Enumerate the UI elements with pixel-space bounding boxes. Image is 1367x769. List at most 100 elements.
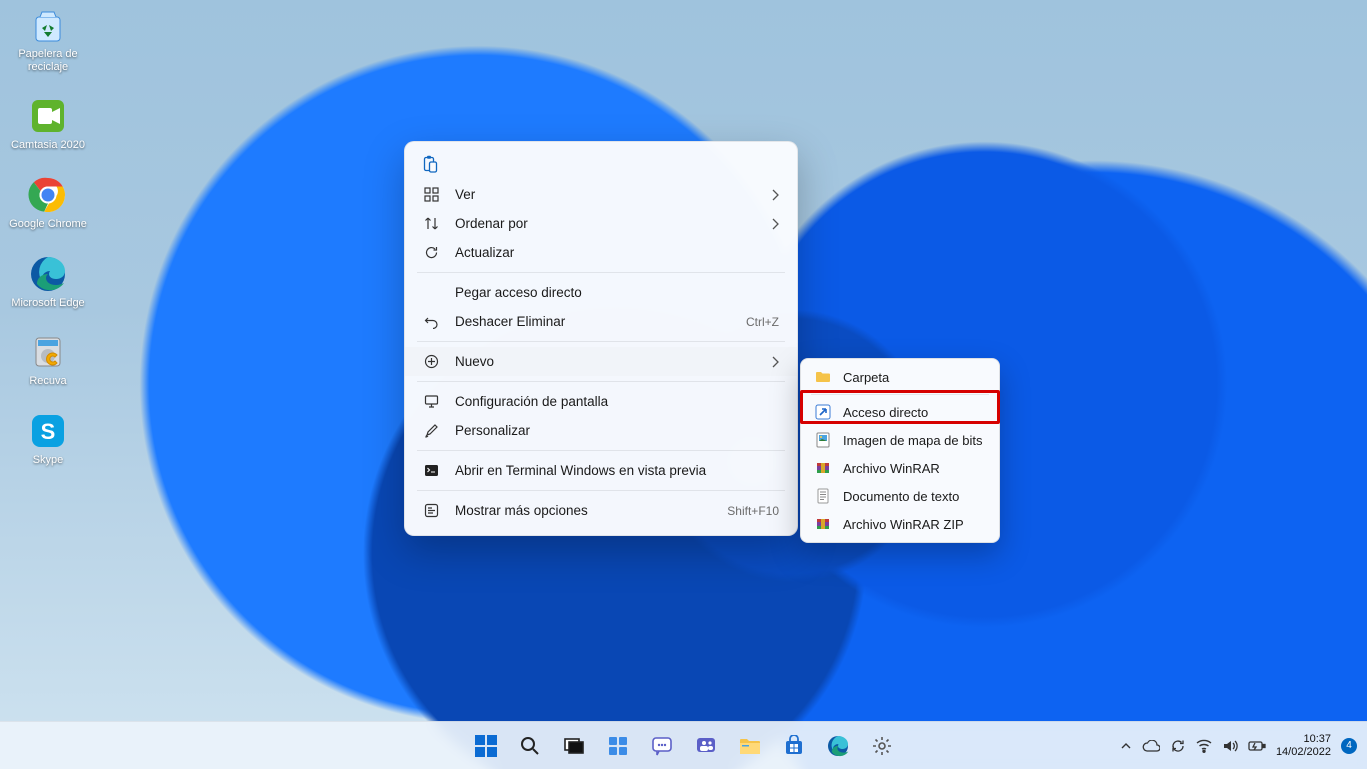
menu-item-label: Personalizar [455, 423, 779, 438]
taskbar-file-explorer-button[interactable] [730, 726, 770, 766]
submenu-item-folder[interactable]: Carpeta [801, 363, 999, 391]
desktop-icon-recycle-bin[interactable]: Papelera de reciclaje [8, 4, 88, 73]
taskbar-search-button[interactable] [510, 726, 550, 766]
taskbar-center [466, 726, 902, 766]
systray-overflow-icon[interactable] [1120, 740, 1132, 752]
systray-clock[interactable]: 10:37 14/02/2022 [1276, 733, 1331, 758]
context-menu-item-sort[interactable]: Ordenar por [405, 209, 797, 238]
desktop-icon-label: Camtasia 2020 [8, 139, 88, 152]
submenu-item-winrar[interactable]: Archivo WinRAR [801, 454, 999, 482]
menu-item-label: Pegar acceso directo [455, 285, 779, 300]
desktop-icon-label: Skype [8, 454, 88, 467]
taskbar-teams-button[interactable] [686, 726, 726, 766]
sort-icon [421, 216, 441, 231]
menu-item-label: Configuración de pantalla [455, 394, 779, 409]
svg-text:S: S [41, 419, 56, 444]
submenu-item-bitmap[interactable]: Imagen de mapa de bits [801, 426, 999, 454]
edge-icon [27, 253, 69, 295]
desktop-icon-label: Microsoft Edge [8, 297, 88, 310]
submenu-item-text-doc[interactable]: Documento de texto [801, 482, 999, 510]
chrome-icon [27, 174, 69, 216]
text-document-icon [815, 488, 831, 504]
desktop-icons-area: Papelera de reciclaje Camtasia 2020 Goog… [8, 4, 98, 488]
submenu-item-label: Imagen de mapa de bits [843, 433, 982, 448]
systray-volume-icon[interactable] [1222, 739, 1238, 753]
brush-icon [421, 423, 441, 438]
desktop-icon-recuva[interactable]: Recuva [8, 331, 88, 388]
context-menu-item-display-settings[interactable]: Configuración de pantalla [405, 387, 797, 416]
taskbar-store-button[interactable] [774, 726, 814, 766]
terminal-icon [421, 463, 441, 478]
undo-icon [421, 314, 441, 329]
desktop-icon-chrome[interactable]: Google Chrome [8, 174, 88, 231]
chevron-right-icon [771, 356, 779, 368]
taskbar-widgets-button[interactable] [598, 726, 638, 766]
new-plus-icon [421, 354, 441, 369]
systray-battery-icon[interactable] [1248, 740, 1266, 752]
taskbar-chat-button[interactable] [642, 726, 682, 766]
systray-time: 10:37 [1276, 733, 1331, 746]
context-menu-item-undo[interactable]: Deshacer Eliminar Ctrl+Z [405, 307, 797, 336]
camtasia-icon [27, 95, 69, 137]
submenu-item-label: Acceso directo [843, 405, 928, 420]
menu-separator [811, 394, 989, 395]
menu-separator [417, 490, 785, 491]
refresh-icon [421, 245, 441, 260]
menu-separator [417, 272, 785, 273]
submenu-item-label: Archivo WinRAR [843, 461, 940, 476]
desktop-icon-label: Google Chrome [8, 218, 88, 231]
context-menu-item-terminal[interactable]: Abrir en Terminal Windows en vista previ… [405, 456, 797, 485]
desktop-context-menu: Ver Ordenar por Actualizar Pegar acceso … [404, 141, 798, 536]
winrar-icon [815, 460, 831, 476]
menu-item-label: Ver [455, 187, 771, 202]
taskbar-task-view-button[interactable] [554, 726, 594, 766]
taskbar-start-button[interactable] [466, 726, 506, 766]
desktop-icon-skype[interactable]: S Skype [8, 410, 88, 467]
winrar-zip-icon [815, 516, 831, 532]
taskbar: 10:37 14/02/2022 4 [0, 721, 1367, 769]
context-submenu-new: Carpeta Acceso directo Imagen de mapa de… [800, 358, 1000, 543]
paste-button[interactable] [419, 152, 441, 176]
submenu-item-winrar-zip[interactable]: Archivo WinRAR ZIP [801, 510, 999, 538]
taskbar-edge-button[interactable] [818, 726, 858, 766]
system-tray: 10:37 14/02/2022 4 [1120, 733, 1357, 758]
display-settings-icon [421, 394, 441, 409]
menu-item-label: Deshacer Eliminar [455, 314, 746, 329]
menu-separator [417, 381, 785, 382]
recuva-icon [27, 331, 69, 373]
menu-item-shortcut: Shift+F10 [727, 504, 779, 518]
systray-wifi-icon[interactable] [1196, 739, 1212, 753]
menu-item-label: Abrir en Terminal Windows en vista previ… [455, 463, 779, 478]
systray-update-icon[interactable] [1170, 738, 1186, 754]
context-menu-item-view[interactable]: Ver [405, 180, 797, 209]
bitmap-file-icon [815, 432, 831, 448]
view-grid-icon [421, 187, 441, 202]
context-menu-item-more-options[interactable]: Mostrar más opciones Shift+F10 [405, 496, 797, 525]
chevron-right-icon [771, 218, 779, 230]
more-options-icon [421, 503, 441, 518]
recycle-bin-icon [27, 4, 69, 46]
desktop-icon-edge[interactable]: Microsoft Edge [8, 253, 88, 310]
desktop-icon-camtasia[interactable]: Camtasia 2020 [8, 95, 88, 152]
skype-icon: S [27, 410, 69, 452]
context-menu-item-refresh[interactable]: Actualizar [405, 238, 797, 267]
menu-item-label: Mostrar más opciones [455, 503, 727, 518]
context-menu-item-new[interactable]: Nuevo [405, 347, 797, 376]
menu-item-label: Actualizar [455, 245, 779, 260]
menu-item-label: Ordenar por [455, 216, 771, 231]
context-menu-item-paste-shortcut[interactable]: Pegar acceso directo [405, 278, 797, 307]
systray-onedrive-icon[interactable] [1142, 740, 1160, 752]
systray-date: 14/02/2022 [1276, 746, 1331, 759]
menu-item-label: Nuevo [455, 354, 771, 369]
submenu-item-shortcut[interactable]: Acceso directo [801, 398, 999, 426]
folder-icon [815, 369, 831, 385]
submenu-item-label: Carpeta [843, 370, 889, 385]
taskbar-settings-button[interactable] [862, 726, 902, 766]
chevron-right-icon [771, 189, 779, 201]
submenu-item-label: Archivo WinRAR ZIP [843, 517, 964, 532]
shortcut-icon [815, 404, 831, 420]
systray-notification-count[interactable]: 4 [1341, 738, 1357, 754]
context-menu-item-personalize[interactable]: Personalizar [405, 416, 797, 445]
menu-separator [417, 450, 785, 451]
desktop-icon-label: Recuva [8, 375, 88, 388]
